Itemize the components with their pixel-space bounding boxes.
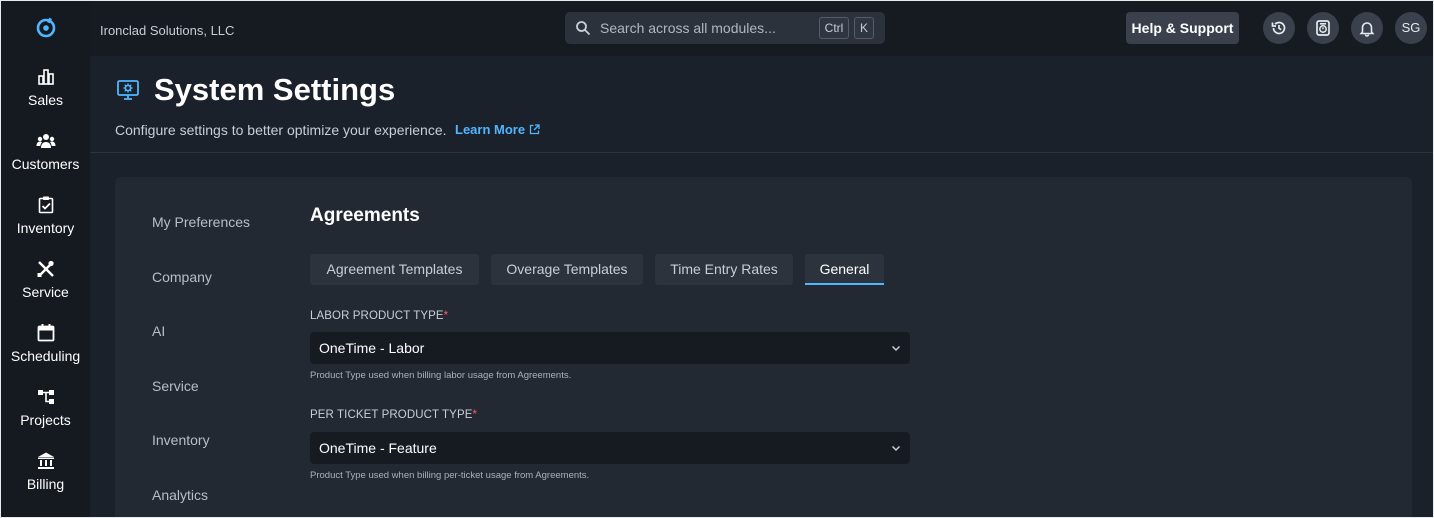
rail-item-sales[interactable]: Sales bbox=[1, 67, 90, 127]
page-subtitle: Configure settings to better optimize yo… bbox=[115, 122, 447, 138]
global-search-input[interactable]: Search across all modules... Ctrl K bbox=[565, 12, 885, 44]
required-asterisk: * bbox=[472, 409, 478, 421]
section-title: Agreements bbox=[310, 205, 420, 226]
rail-item-scheduling[interactable]: Scheduling bbox=[1, 323, 90, 383]
chart-bar-icon bbox=[37, 69, 54, 85]
chevron-down-icon bbox=[891, 445, 901, 452]
rail-item-projects[interactable]: Projects bbox=[1, 387, 90, 447]
app-logo-icon[interactable] bbox=[34, 15, 58, 39]
top-bar: Ironclad Solutions, LLC Search across al… bbox=[90, 1, 1433, 56]
search-placeholder: Search across all modules... bbox=[600, 20, 776, 36]
settings-nav-ai[interactable]: AI bbox=[152, 323, 165, 339]
main-nav-rail: Sales Customers Inventory Service Schedu… bbox=[1, 1, 90, 517]
shortcut-key-ctrl: Ctrl bbox=[819, 17, 849, 39]
rail-item-customers[interactable]: Customers bbox=[1, 131, 90, 191]
settings-card: My Preferences Company AI Service Invent… bbox=[115, 177, 1412, 517]
selected-value: OneTime - Labor bbox=[319, 340, 425, 356]
settings-nav-my-preferences[interactable]: My Preferences bbox=[152, 214, 250, 230]
calendar-icon bbox=[37, 324, 54, 342]
rail-item-label: Service bbox=[22, 284, 69, 300]
app-window: Sales Customers Inventory Service Schedu… bbox=[1, 1, 1433, 517]
external-link-icon bbox=[529, 124, 540, 135]
learn-more-link[interactable]: Learn More bbox=[455, 122, 540, 137]
per-ticket-product-type-hint: Product Type used when billing per-ticke… bbox=[310, 470, 590, 481]
tab-general[interactable]: General bbox=[805, 254, 884, 285]
rail-item-label: Sales bbox=[27, 92, 64, 108]
users-icon bbox=[36, 134, 55, 148]
settings-nav-analytics[interactable]: Analytics bbox=[152, 487, 208, 503]
rail-item-label: Projects bbox=[20, 412, 71, 428]
per-ticket-product-type-label: PER TICKET PRODUCT TYPE* bbox=[310, 409, 477, 421]
rail-item-inventory[interactable]: Inventory bbox=[1, 195, 90, 255]
tab-agreement-templates[interactable]: Agreement Templates bbox=[310, 254, 479, 285]
bank-icon bbox=[37, 452, 54, 469]
timer-button[interactable] bbox=[1307, 12, 1339, 44]
shortcut-key-k: K bbox=[854, 17, 874, 39]
rail-item-label: Inventory bbox=[16, 220, 75, 236]
field-label-text: PER TICKET PRODUCT TYPE bbox=[310, 409, 473, 421]
tools-icon bbox=[37, 260, 54, 277]
organization-name: Ironclad Solutions, LLC bbox=[100, 23, 235, 38]
history-button[interactable] bbox=[1263, 12, 1295, 44]
header-divider bbox=[90, 152, 1433, 153]
history-icon bbox=[1271, 21, 1286, 35]
labor-product-type-label: LABOR PRODUCT TYPE* bbox=[310, 310, 448, 322]
timer-icon bbox=[1316, 20, 1330, 36]
main-content: System Settings Configure settings to be… bbox=[90, 56, 1433, 517]
per-ticket-product-type-select[interactable]: OneTime - Feature bbox=[310, 432, 910, 464]
field-label-text: LABOR PRODUCT TYPE bbox=[310, 310, 444, 322]
required-asterisk: * bbox=[443, 310, 449, 322]
hierarchy-icon bbox=[37, 390, 54, 404]
tab-overage-templates[interactable]: Overage Templates bbox=[491, 254, 643, 285]
rail-item-label: Scheduling bbox=[10, 348, 81, 364]
bell-icon bbox=[1359, 22, 1375, 37]
chevron-down-icon bbox=[891, 345, 901, 352]
selected-value: OneTime - Feature bbox=[319, 440, 437, 456]
settings-nav-company[interactable]: Company bbox=[152, 269, 212, 285]
rail-item-label: Customers bbox=[11, 156, 80, 172]
rail-item-service[interactable]: Service bbox=[1, 259, 90, 319]
settings-nav-inventory[interactable]: Inventory bbox=[152, 432, 210, 448]
page-title: System Settings bbox=[154, 72, 396, 107]
rail-item-label: Billing bbox=[26, 476, 65, 492]
settings-monitor-icon bbox=[117, 80, 139, 100]
rail-item-billing[interactable]: Billing bbox=[1, 451, 90, 511]
settings-nav-service[interactable]: Service bbox=[152, 378, 199, 394]
user-avatar-button[interactable]: SG bbox=[1395, 12, 1427, 44]
labor-product-type-hint: Product Type used when billing labor usa… bbox=[310, 370, 572, 381]
notifications-button[interactable] bbox=[1351, 12, 1383, 44]
labor-product-type-select[interactable]: OneTime - Labor bbox=[310, 332, 910, 364]
help-support-button[interactable]: Help & Support bbox=[1126, 12, 1239, 44]
tab-time-entry-rates[interactable]: Time Entry Rates bbox=[655, 254, 793, 285]
search-icon bbox=[576, 21, 591, 36]
learn-more-label: Learn More bbox=[455, 122, 526, 137]
clipboard-check-icon bbox=[38, 196, 53, 214]
